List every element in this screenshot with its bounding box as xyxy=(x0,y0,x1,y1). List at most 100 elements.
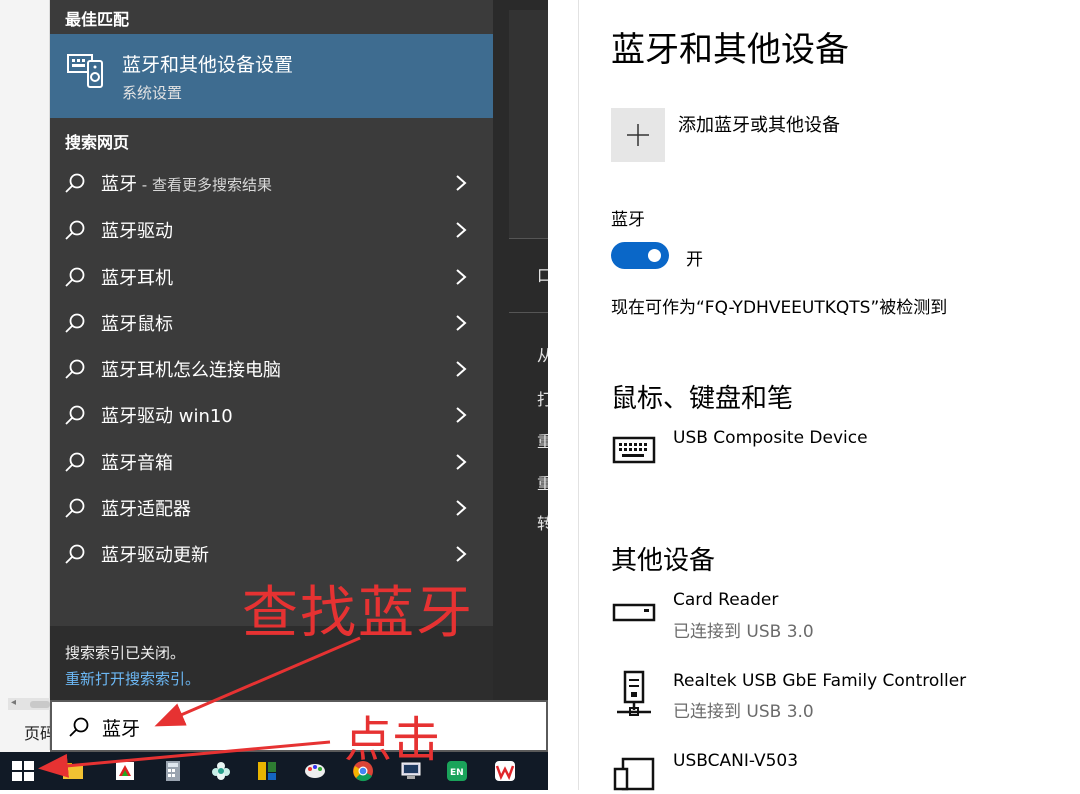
result-text: 蓝牙驱动更新 xyxy=(101,541,209,567)
device-status: 已连接到 USB 3.0 xyxy=(673,702,814,722)
device-icon xyxy=(613,757,655,791)
search-icon xyxy=(65,498,85,518)
result-query: 蓝牙驱动 xyxy=(101,221,173,242)
result-text: 蓝牙耳机 xyxy=(101,264,173,290)
web-search-result[interactable]: 蓝牙音箱 xyxy=(50,439,493,485)
preview-fragment: 打 xyxy=(537,390,548,409)
card-reader-icon xyxy=(612,603,656,622)
index-off-text: 搜索索引已关闭。 xyxy=(65,644,186,662)
paint-icon[interactable] xyxy=(304,760,326,782)
folder-icon[interactable] xyxy=(62,760,84,782)
result-text: 蓝牙 - 查看更多搜索结果 xyxy=(101,170,272,196)
bluetooth-label: 蓝牙 xyxy=(611,210,645,230)
device-status: 已连接到 USB 3.0 xyxy=(673,622,814,642)
windows-search-screenshot: ◂ 页码 最佳匹配 蓝牙和其他设备设置 系统设置 搜索网页 蓝牙 - 查看更多搜… xyxy=(0,0,548,790)
svg-text:EN: EN xyxy=(450,768,464,778)
result-text: 蓝牙驱动 xyxy=(101,217,173,243)
web-search-result[interactable]: 蓝牙驱动 win10 xyxy=(50,392,493,438)
chevron-right-icon[interactable] xyxy=(454,545,468,563)
preview-fragment: 从 xyxy=(537,346,548,365)
preview-pane: 口 从 打 重 重 转 xyxy=(493,0,548,700)
background-window-edge xyxy=(0,0,50,750)
web-search-result[interactable]: 蓝牙鼠标 xyxy=(50,300,493,346)
mouse-keyboard-category: 鼠标、键盘和笔 xyxy=(611,384,794,414)
horizontal-scrollbar[interactable]: ◂ xyxy=(8,697,50,710)
result-text: 蓝牙鼠标 xyxy=(101,310,173,336)
web-search-result[interactable]: 蓝牙耳机怎么连接电脑 xyxy=(50,346,493,392)
plus-icon xyxy=(627,124,649,146)
web-search-result[interactable]: 蓝牙适配器 xyxy=(50,485,493,531)
divider xyxy=(509,312,548,313)
device-name[interactable]: Card Reader xyxy=(673,590,778,610)
other-devices-category: 其他设备 xyxy=(611,546,716,576)
preview-fragment: 重 xyxy=(537,432,548,451)
flower-icon[interactable] xyxy=(210,760,232,782)
annotation-find-bluetooth: 查找蓝牙 xyxy=(242,581,474,646)
best-match-header: 最佳匹配 xyxy=(65,10,130,29)
device-name[interactable]: Realtek USB GbE Family Controller xyxy=(673,671,966,691)
add-device-button[interactable] xyxy=(611,108,665,162)
keyboard-icon xyxy=(612,436,656,464)
web-search-result[interactable]: 蓝牙 - 查看更多搜索结果 xyxy=(50,160,493,206)
en-app-icon[interactable]: EN xyxy=(446,760,468,782)
result-text: 蓝牙音箱 xyxy=(101,449,173,475)
result-text: 蓝牙适配器 xyxy=(101,495,191,521)
search-query-text[interactable]: 蓝牙 xyxy=(102,714,140,741)
network-adapter-icon xyxy=(617,670,651,716)
best-match-subtitle: 系统设置 xyxy=(122,84,183,102)
result-hint: - 查看更多搜索结果 xyxy=(137,176,272,194)
bluetooth-state: 开 xyxy=(686,250,703,270)
search-icon xyxy=(65,173,85,193)
chevron-right-icon[interactable] xyxy=(454,314,468,332)
devices-settings-icon xyxy=(67,54,103,88)
result-query: 蓝牙耳机 xyxy=(101,268,173,289)
wps-icon[interactable] xyxy=(494,760,516,782)
best-match-title: 蓝牙和其他设备设置 xyxy=(122,54,294,76)
chevron-right-icon[interactable] xyxy=(454,453,468,471)
result-query: 蓝牙鼠标 xyxy=(101,314,173,335)
device-name[interactable]: USB Composite Device xyxy=(673,428,868,448)
search-icon xyxy=(65,359,85,379)
search-icon xyxy=(65,267,85,287)
result-query: 蓝牙音箱 xyxy=(101,453,173,474)
discoverable-text: 现在可作为“FQ-YDHVEEUTKQTS”被检测到 xyxy=(611,298,948,318)
app-icon[interactable] xyxy=(256,760,278,782)
calculator-icon[interactable] xyxy=(162,760,184,782)
device-name[interactable]: USBCANI-V503 xyxy=(673,751,798,771)
web-search-result[interactable]: 蓝牙耳机 xyxy=(50,254,493,300)
result-query: 蓝牙驱动 win10 xyxy=(101,406,233,427)
windows-start-icon[interactable] xyxy=(10,758,36,784)
chevron-right-icon[interactable] xyxy=(454,268,468,286)
result-text: 蓝牙耳机怎么连接电脑 xyxy=(101,356,281,382)
divider xyxy=(509,238,548,239)
chevron-right-icon[interactable] xyxy=(454,360,468,378)
taskbar: EN xyxy=(0,752,548,790)
reopen-index-link[interactable]: 重新打开搜索索引。 xyxy=(65,668,200,689)
web-search-header: 搜索网页 xyxy=(65,133,130,152)
chevron-right-icon[interactable] xyxy=(454,174,468,192)
result-query: 蓝牙驱动更新 xyxy=(101,545,209,566)
search-input[interactable]: 蓝牙 xyxy=(50,700,548,752)
game-icon[interactable] xyxy=(114,760,136,782)
search-icon xyxy=(65,452,85,472)
search-icon xyxy=(65,220,85,240)
chevron-right-icon[interactable] xyxy=(454,406,468,424)
chevron-right-icon[interactable] xyxy=(454,221,468,239)
search-icon xyxy=(65,544,85,564)
search-icon xyxy=(65,405,85,425)
preview-header xyxy=(509,10,548,238)
add-device-label[interactable]: 添加蓝牙或其他设备 xyxy=(678,111,840,137)
page-title: 蓝牙和其他设备 xyxy=(611,30,849,70)
search-icon xyxy=(69,717,89,737)
chevron-right-icon[interactable] xyxy=(454,499,468,517)
toggle-knob xyxy=(648,249,661,262)
preview-fragment: 重 xyxy=(537,474,548,493)
web-search-result[interactable]: 蓝牙驱动 xyxy=(50,207,493,253)
preview-fragment: 口 xyxy=(537,266,548,285)
bluetooth-toggle[interactable] xyxy=(611,242,669,269)
annotation-click: 点击 xyxy=(344,712,441,768)
result-query: 蓝牙耳机怎么连接电脑 xyxy=(101,360,281,381)
result-query: 蓝牙 xyxy=(101,174,137,195)
best-match-result[interactable]: 蓝牙和其他设备设置 系统设置 xyxy=(50,34,493,118)
result-query: 蓝牙适配器 xyxy=(101,499,191,520)
